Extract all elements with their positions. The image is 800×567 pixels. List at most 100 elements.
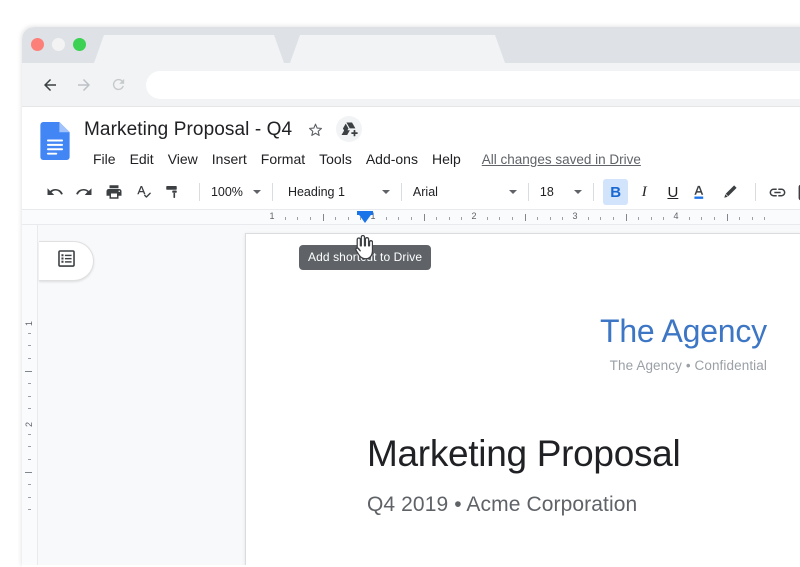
vertical-ruler-tick [25, 371, 32, 372]
ruler-tick [613, 217, 614, 220]
ruler-tick [562, 217, 563, 220]
font-family-dropdown[interactable]: Arial [411, 180, 519, 204]
zoom-level-value: 100% [211, 185, 245, 199]
menu-view[interactable]: View [161, 149, 205, 169]
ruler-number: 1 [269, 211, 274, 221]
chevron-down-icon [382, 190, 390, 194]
company-name: The Agency [246, 312, 767, 350]
docs-header: Marketing Proposal - Q4 [22, 107, 800, 175]
undo-icon[interactable] [42, 179, 68, 205]
ruler-tick [398, 217, 399, 220]
ruler-tick [689, 217, 690, 220]
close-window-button[interactable] [31, 38, 44, 51]
vertical-ruler-tick [28, 446, 31, 447]
star-icon[interactable] [302, 116, 328, 142]
vertical-ruler-tick [28, 497, 31, 498]
bold-button[interactable]: B [603, 179, 629, 205]
ruler-tick [537, 217, 538, 220]
add-shortcut-to-drive-icon[interactable] [336, 116, 362, 142]
ruler-tick [714, 217, 715, 220]
docs-menu-bar: File Edit View Insert Format Tools Add-o… [86, 147, 800, 171]
tooltip-add-shortcut-to-drive: Add shortcut to Drive [299, 245, 431, 270]
ruler-tick [701, 217, 702, 220]
ruler-tick [348, 217, 349, 220]
ruler-tick [512, 217, 513, 220]
underline-button[interactable]: U [660, 179, 686, 205]
document-canvas: 12 The Agency The [22, 225, 800, 565]
font-size-dropdown[interactable]: 18 [538, 180, 584, 204]
ruler-ticks: 11234 [22, 210, 800, 224]
toolbar-divider [199, 183, 200, 201]
insert-link-icon[interactable] [765, 179, 791, 205]
redo-icon[interactable] [72, 179, 98, 205]
browser-toolbar [22, 63, 800, 107]
ruler-tick [335, 217, 336, 220]
ruler-tick [323, 214, 324, 221]
print-icon[interactable] [101, 179, 127, 205]
ruler-tick [449, 217, 450, 220]
font-size-value: 18 [540, 185, 566, 199]
vertical-ruler-tick [28, 459, 31, 460]
ruler-tick [752, 217, 753, 220]
browser-tab[interactable] [290, 35, 505, 63]
ruler-tick [764, 217, 765, 220]
vertical-ruler-tick [28, 396, 31, 397]
vertical-ruler-tick [28, 345, 31, 346]
paragraph-style-dropdown[interactable]: Heading 1 [286, 180, 392, 204]
ruler-tick [310, 217, 311, 220]
vertical-ruler-tick [28, 434, 31, 435]
vertical-ruler-tick [28, 333, 31, 334]
document-title[interactable]: Marketing Proposal - Q4 [84, 117, 292, 142]
menu-help[interactable]: Help [425, 149, 468, 169]
menu-tools[interactable]: Tools [312, 149, 359, 169]
left-indent-marker[interactable] [357, 212, 373, 223]
maximize-window-button[interactable] [73, 38, 86, 51]
menu-format[interactable]: Format [254, 149, 312, 169]
ruler-tick [663, 217, 664, 220]
menu-file[interactable]: File [86, 149, 123, 169]
save-status-label[interactable]: All changes saved in Drive [482, 152, 641, 167]
italic-button[interactable]: I [631, 179, 657, 205]
ruler-tick [297, 217, 298, 220]
document-heading[interactable]: Marketing Proposal [367, 431, 800, 477]
ruler-tick [588, 217, 589, 220]
zoom-level-dropdown[interactable]: 100% [209, 180, 263, 204]
text-color-button[interactable] [689, 179, 715, 205]
google-docs-app: Marketing Proposal - Q4 [22, 107, 800, 565]
paint-format-icon[interactable] [160, 179, 186, 205]
vertical-ruler-tick [28, 383, 31, 384]
minimize-window-button[interactable] [52, 38, 65, 51]
ruler-tick [739, 217, 740, 220]
google-docs-logo[interactable] [40, 114, 72, 175]
insert-comment-icon[interactable] [793, 179, 800, 205]
show-document-outline-button[interactable] [39, 241, 94, 281]
browser-tab[interactable] [94, 35, 284, 63]
url-input[interactable] [146, 71, 800, 99]
company-subtitle: The Agency • Confidential [246, 358, 767, 373]
ruler-number: 2 [471, 211, 476, 221]
chevron-down-icon [574, 190, 582, 194]
toolbar-divider [272, 183, 273, 201]
ruler-tick [651, 217, 652, 220]
spelling-check-icon[interactable] [131, 179, 157, 205]
docs-title-block: Marketing Proposal - Q4 [84, 114, 800, 175]
menu-edit[interactable]: Edit [123, 149, 161, 169]
back-icon[interactable] [36, 71, 64, 99]
document-subheading[interactable]: Q4 2019 • Acme Corporation [367, 493, 800, 517]
toolbar-divider [528, 183, 529, 201]
vertical-ruler-tick [28, 509, 31, 510]
menu-addons[interactable]: Add-ons [359, 149, 425, 169]
paragraph-style-value: Heading 1 [288, 185, 374, 199]
document-page[interactable]: The Agency The Agency • Confidential Mar… [245, 233, 800, 565]
vertical-ruler[interactable]: 12 [22, 225, 38, 565]
menu-insert[interactable]: Insert [205, 149, 254, 169]
highlight-color-button[interactable] [717, 179, 743, 205]
ruler-tick [550, 217, 551, 220]
horizontal-ruler[interactable]: 11234 [22, 209, 800, 225]
ruler-tick [499, 217, 500, 220]
reload-icon[interactable] [104, 71, 132, 99]
ruler-tick [626, 214, 627, 221]
vertical-ruler-tick [28, 408, 31, 409]
ruler-tick [638, 217, 639, 220]
forward-icon[interactable] [70, 71, 98, 99]
